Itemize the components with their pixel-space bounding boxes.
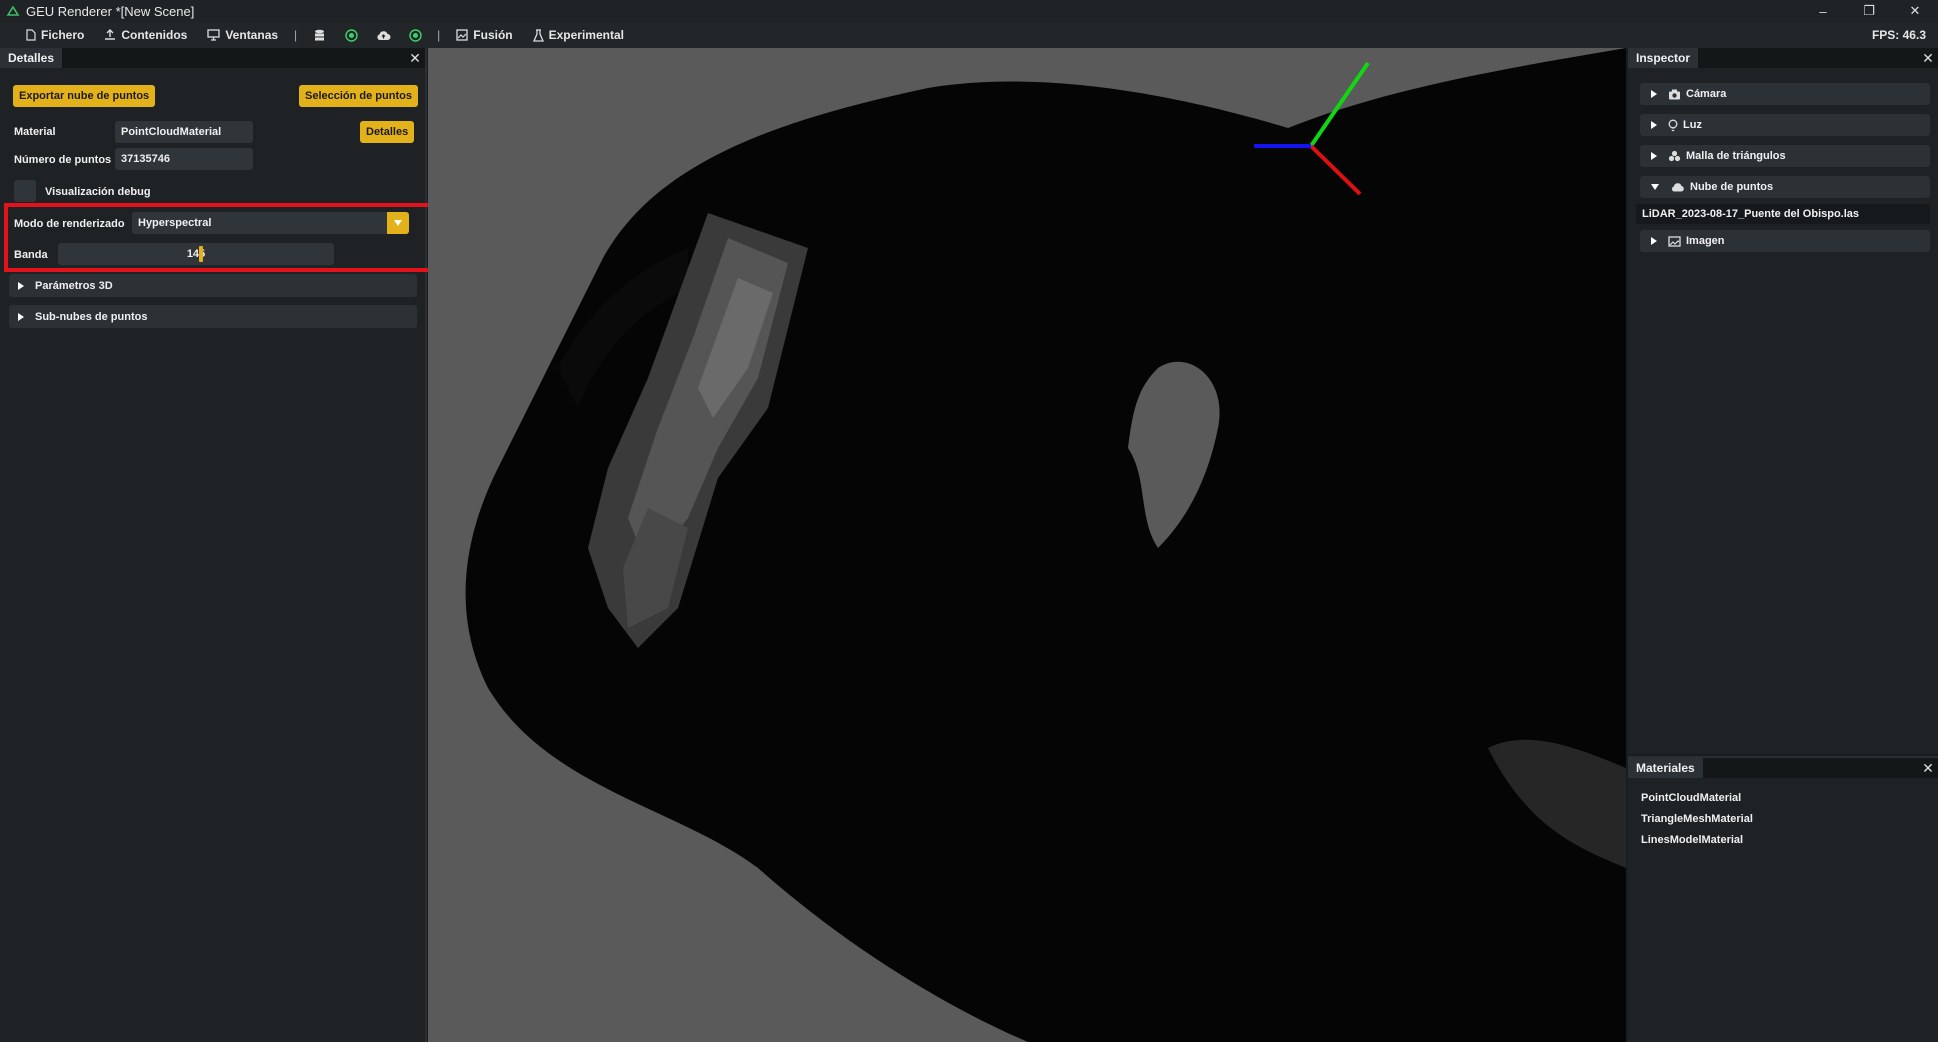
export-point-cloud-button[interactable]: Exportar nube de puntos: [13, 85, 156, 107]
point-selection-button[interactable]: Selección de puntos: [299, 85, 418, 107]
inspector-item-pointcloud[interactable]: Nube de puntos: [1640, 176, 1930, 198]
menu-bar: Fichero Contenidos Ventanas | | Fusión E…: [0, 22, 1938, 48]
material-item[interactable]: TriangleMeshMaterial: [1641, 813, 1753, 825]
material-item[interactable]: LinesModelMaterial: [1641, 834, 1743, 846]
menu-fichero[interactable]: Fichero: [16, 22, 94, 48]
window-controls: – ❐ ✕: [1800, 0, 1938, 22]
app-logo-icon: [6, 5, 20, 16]
section-3d-parameters[interactable]: Parámetros 3D: [9, 274, 417, 297]
material-field[interactable]: PointCloudMaterial: [115, 121, 253, 143]
menu-separator: |: [437, 28, 441, 42]
triangle-right-icon: [18, 281, 24, 290]
tab-materiales[interactable]: Materiales: [1628, 758, 1703, 778]
file-icon: [26, 29, 36, 41]
inspector-item-image[interactable]: Imagen: [1640, 230, 1930, 252]
record-icon: [344, 28, 358, 42]
material-label: Material: [14, 126, 56, 138]
menu-fichero-label: Fichero: [41, 28, 85, 42]
triangle-right-icon: [1651, 90, 1657, 98]
record-icon: [408, 28, 422, 42]
tab-inspector[interactable]: Inspector: [1628, 48, 1699, 68]
database-button[interactable]: [303, 22, 335, 48]
record-button-1[interactable]: [335, 22, 367, 48]
menu-experimental-label: Experimental: [548, 28, 624, 42]
inspector-item-camera[interactable]: Cámara: [1640, 83, 1930, 105]
inspector-item-mesh[interactable]: Malla de triángulos: [1640, 145, 1930, 167]
record-button-2[interactable]: [399, 22, 431, 48]
section-subclouds[interactable]: Sub-nubes de puntos: [9, 305, 417, 328]
section-subclouds-label: Sub-nubes de puntos: [35, 310, 148, 323]
minimize-icon[interactable]: –: [1800, 0, 1846, 22]
inspector-panel-header: Inspector ✕: [1628, 48, 1938, 68]
materials-panel-header: Materiales ✕: [1628, 758, 1938, 778]
material-item[interactable]: PointCloudMaterial: [1641, 792, 1741, 804]
menu-ventanas-label: Ventanas: [225, 28, 279, 42]
cloud-upload-icon: [377, 30, 391, 40]
triangle-down-icon: [1651, 184, 1659, 190]
details-panel-header: Detalles ✕: [0, 48, 425, 68]
menu-fusion[interactable]: Fusión: [446, 22, 522, 48]
point-cloud-render: [465, 48, 1626, 1042]
section-3d-label: Parámetros 3D: [35, 279, 113, 292]
triangle-right-icon: [1651, 121, 1657, 129]
window-title: GEU Renderer *[New Scene]: [26, 3, 195, 19]
inspector-mesh-label: Malla de triángulos: [1686, 150, 1786, 162]
3d-viewport[interactable]: [428, 48, 1626, 1042]
details-button[interactable]: Detalles: [360, 121, 415, 143]
close-icon[interactable]: ✕: [405, 50, 425, 67]
cloud-button[interactable]: [367, 22, 399, 48]
flask-icon: [532, 28, 544, 42]
menu-experimental[interactable]: Experimental: [523, 22, 634, 48]
camera-icon: [1669, 89, 1680, 99]
close-icon[interactable]: ✕: [1918, 760, 1938, 777]
menu-separator: |: [294, 28, 298, 42]
mesh-icon: [1668, 150, 1681, 162]
triangle-right-icon: [1651, 237, 1657, 245]
fps-counter: FPS: 46.3: [1871, 28, 1926, 42]
debug-checkbox[interactable]: [14, 180, 36, 202]
monitor-icon: [207, 29, 220, 41]
upload-icon: [105, 29, 116, 40]
menu-ventanas[interactable]: Ventanas: [197, 22, 288, 48]
inspector-image-label: Imagen: [1686, 235, 1725, 247]
triangle-right-icon: [18, 312, 24, 321]
menu-fusion-label: Fusión: [473, 28, 513, 42]
inspector-light-label: Luz: [1683, 119, 1702, 131]
debug-label: Visualización debug: [45, 186, 151, 198]
database-icon: [314, 29, 324, 40]
close-icon[interactable]: ✕: [1892, 0, 1938, 22]
restore-icon[interactable]: ❐: [1846, 0, 1892, 22]
image-fusion-icon: [456, 29, 468, 41]
points-count-field: 37135746: [115, 148, 253, 170]
points-count-label: Número de puntos: [14, 154, 112, 166]
menu-contenidos[interactable]: Contenidos: [94, 22, 197, 48]
close-icon[interactable]: ✕: [1918, 50, 1938, 67]
menu-contenidos-label: Contenidos: [121, 28, 188, 42]
cloud-icon: [1672, 183, 1684, 192]
inspector-item-light[interactable]: Luz: [1640, 114, 1930, 136]
lightbulb-icon: [1668, 119, 1678, 131]
triangle-right-icon: [1651, 152, 1657, 160]
title-bar: GEU Renderer *[New Scene] – ❐ ✕: [0, 0, 1938, 22]
highlight-annotation: [4, 203, 434, 272]
inspector-pointcloud-label: Nube de puntos: [1690, 181, 1774, 193]
pointcloud-file-item[interactable]: LiDAR_2023-08-17_Puente del Obispo.las: [1636, 204, 1930, 224]
tab-detalles[interactable]: Detalles: [0, 48, 63, 68]
inspector-camera-label: Cámara: [1686, 88, 1727, 100]
image-icon: [1668, 235, 1681, 247]
